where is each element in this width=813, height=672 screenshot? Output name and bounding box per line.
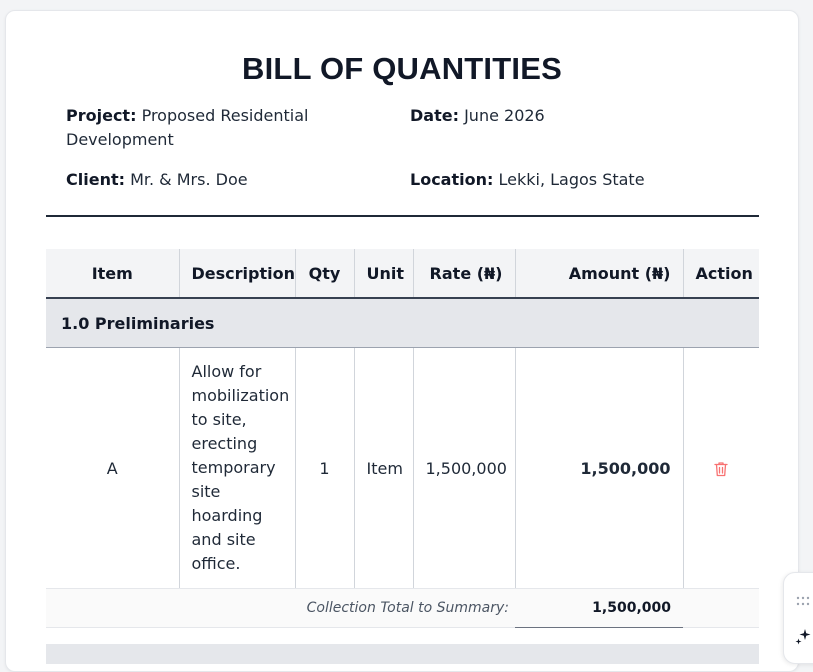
header-qty: Qty	[295, 249, 355, 299]
section-row: 1.0 Preliminaries	[46, 298, 759, 348]
sparkle-icon[interactable]	[794, 628, 812, 646]
row-item-code: A	[46, 347, 180, 589]
project-label: Project:	[66, 106, 137, 125]
collection-total-label: Collection Total to Summary:	[46, 588, 515, 628]
header-action: Action	[683, 249, 759, 299]
collection-total-value: 1,500,000	[515, 588, 683, 628]
project-meta: Project: Proposed Residential Developmen…	[66, 104, 316, 152]
header-divider	[46, 215, 759, 217]
header-description: Description	[179, 249, 296, 299]
header-unit: Unit	[354, 249, 414, 299]
client-label: Client:	[66, 170, 125, 189]
row-unit: Item	[354, 347, 414, 589]
date-meta: Date: June 2026	[410, 104, 710, 128]
table-row: A Allow for mobilization to site, erecti…	[46, 347, 759, 589]
header-item: Item	[46, 249, 180, 299]
row-rate: 1,500,000	[413, 347, 516, 589]
boq-document-card: BILL OF QUANTITIES Project: Proposed Res…	[5, 10, 799, 672]
row-amount: 1,500,000	[515, 347, 684, 589]
location-value: Lekki, Lagos State	[498, 170, 645, 189]
boq-table: Item Description Qty Unit Rate (₦) Amoun…	[46, 249, 759, 628]
trash-icon[interactable]	[714, 461, 728, 477]
date-label: Date:	[410, 106, 459, 125]
client-meta: Client: Mr. & Mrs. Doe	[66, 168, 366, 192]
next-section-band	[46, 644, 759, 664]
date-value: June 2026	[464, 106, 545, 125]
row-action-cell	[683, 347, 759, 589]
header-rate: Rate (₦)	[413, 249, 516, 299]
location-label: Location:	[410, 170, 494, 189]
collection-total-row: Collection Total to Summary: 1,500,000	[46, 588, 759, 628]
location-meta: Location: Lekki, Lagos State	[410, 168, 740, 192]
floating-tool-panel[interactable]	[783, 572, 813, 664]
collection-total-spacer	[683, 588, 759, 628]
row-qty: 1	[295, 347, 355, 589]
client-value: Mr. & Mrs. Doe	[130, 170, 248, 189]
row-description: Allow for mobilization to site, erecting…	[179, 347, 296, 589]
grip-icon[interactable]	[796, 591, 810, 606]
table-header-row: Item Description Qty Unit Rate (₦) Amoun…	[46, 249, 759, 299]
header-amount: Amount (₦)	[515, 249, 684, 299]
document-title: BILL OF QUANTITIES	[242, 51, 562, 86]
section-title: 1.0 Preliminaries	[46, 298, 759, 348]
